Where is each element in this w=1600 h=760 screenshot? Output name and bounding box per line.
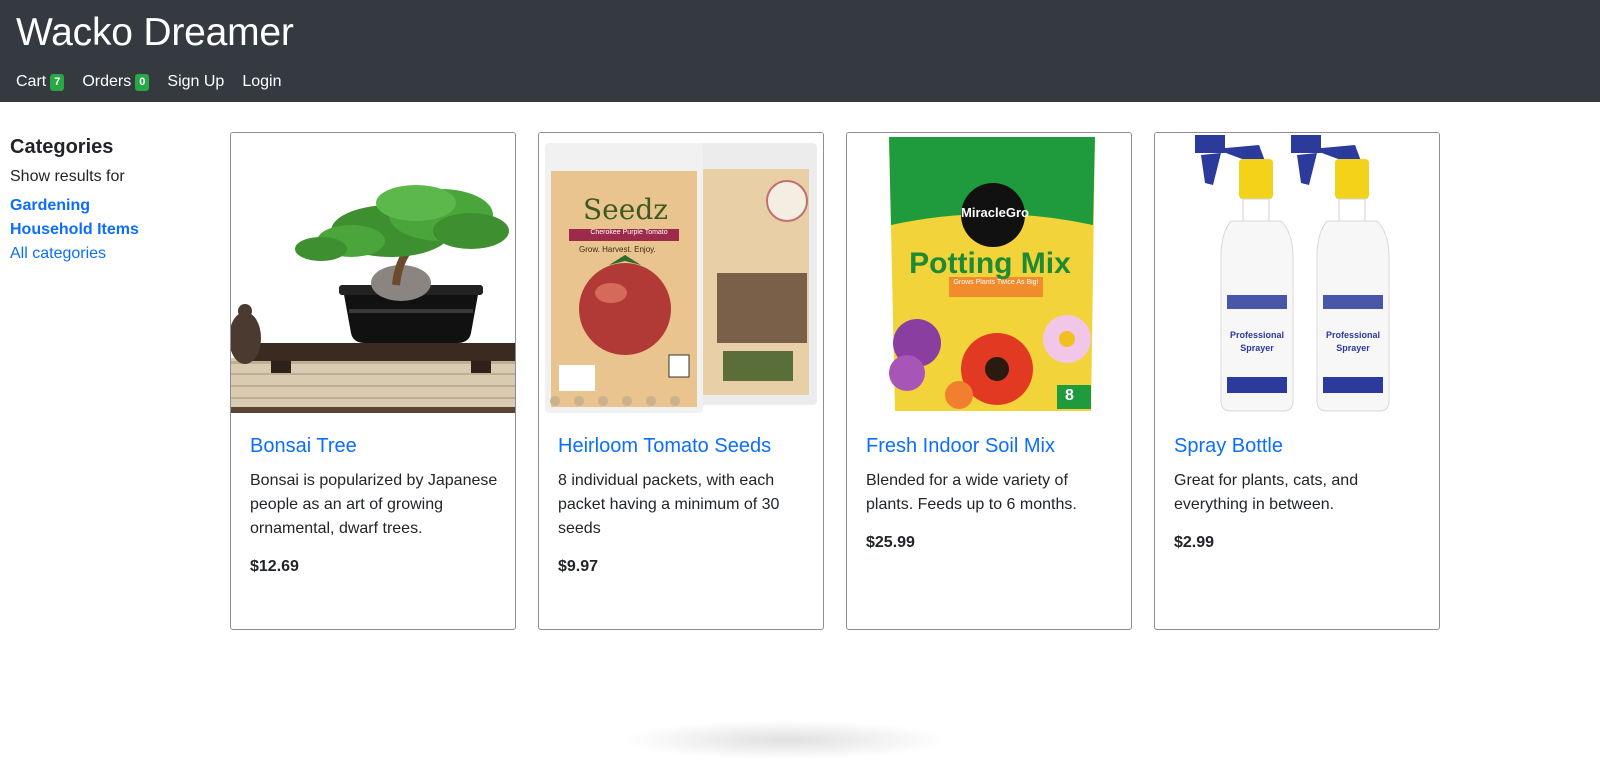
seed-packet-variety-text: Cherokee Purple Tomato [590,229,668,236]
product-description: Bonsai is popularized by Japanese people… [250,472,498,537]
nav-sign-up[interactable]: Sign Up [167,73,224,91]
bonsai-tree-image[interactable] [231,133,515,417]
show-results-label: Show results for [10,168,125,185]
bottom-shadow-decoration [620,720,950,760]
nav-cart-label: Cart [16,73,47,90]
main-nav: Cart 7 Orders 0 Sign Up Login [16,70,281,94]
product-description: Great for plants, cats, and everything i… [1174,472,1359,513]
product-card-body: Bonsai Tree Bonsai is popularized by Jap… [250,433,502,579]
product-card-body: Heirloom Tomato Seeds 8 individual packe… [558,433,810,579]
spray-bottle-label-text: Professional Sprayer [1325,330,1381,353]
brand-title[interactable]: Wacko Dreamer [16,10,294,56]
product-card-bonsai-tree: Bonsai Tree Bonsai is popularized by Jap… [230,132,516,630]
product-card-body: Fresh Indoor Soil Mix Blended for a wide… [866,433,1118,555]
product-card-spray-bottle: Professional Sprayer Professional Spraye… [1154,132,1440,630]
nav-cart[interactable]: Cart 7 [16,73,65,91]
spray-bottles-image[interactable] [1155,133,1439,417]
cart-count-badge: 7 [50,73,65,91]
category-link-gardening[interactable]: Gardening [10,194,200,218]
product-price: $2.99 [1174,534,1215,551]
product-price: $9.97 [558,558,599,575]
spray-bottle-label-text: Professional Sprayer [1229,330,1285,353]
product-card-heirloom-tomato-seeds: Seedz Cherokee Purple Tomato Grow. Harve… [538,132,824,630]
navbar: Wacko Dreamer Cart 7 Orders 0 Sign Up Lo… [0,0,1600,102]
nav-login[interactable]: Login [242,73,281,91]
product-card-fresh-indoor-soil-mix: MiracleGro Potting Mix Grows Plants Twic… [846,132,1132,630]
product-description: 8 individual packets, with each packet h… [558,472,780,537]
product-price: $12.69 [250,558,299,575]
product-description: Blended for a wide variety of plants. Fe… [866,472,1077,513]
potting-mix-brand-text: MiracleGro [961,205,1029,220]
seed-packet-brand-text: Seedz [583,193,668,226]
product-title[interactable]: Spray Bottle [1174,433,1426,459]
nav-orders[interactable]: Orders 0 [82,73,150,91]
categories-sidebar: Categories Show results for Gardening Ho… [10,134,200,266]
nav-sign-up-label: Sign Up [167,73,225,90]
categories-heading: Categories [10,136,114,158]
nav-login-label: Login [242,73,282,90]
product-title[interactable]: Bonsai Tree [250,433,502,459]
seed-packet-tagline-text: Grow. Harvest. Enjoy. [579,245,656,254]
orders-count-badge: 0 [135,73,150,91]
product-card-body: Spray Bottle Great for plants, cats, and… [1174,433,1426,555]
potting-mix-product-text: Potting Mix [909,247,1071,280]
category-link-all[interactable]: All categories [10,242,200,266]
potting-mix-size-text: 8 [1065,387,1074,404]
potting-mix-badge-text: Grows Plants Twice As Big! [953,279,1039,286]
product-title[interactable]: Heirloom Tomato Seeds [558,433,810,459]
category-link-household-items[interactable]: Household Items [10,218,200,242]
product-title[interactable]: Fresh Indoor Soil Mix [866,433,1118,459]
nav-orders-label: Orders [82,73,132,90]
product-price: $25.99 [866,534,915,551]
seed-packets-image[interactable] [539,133,823,417]
